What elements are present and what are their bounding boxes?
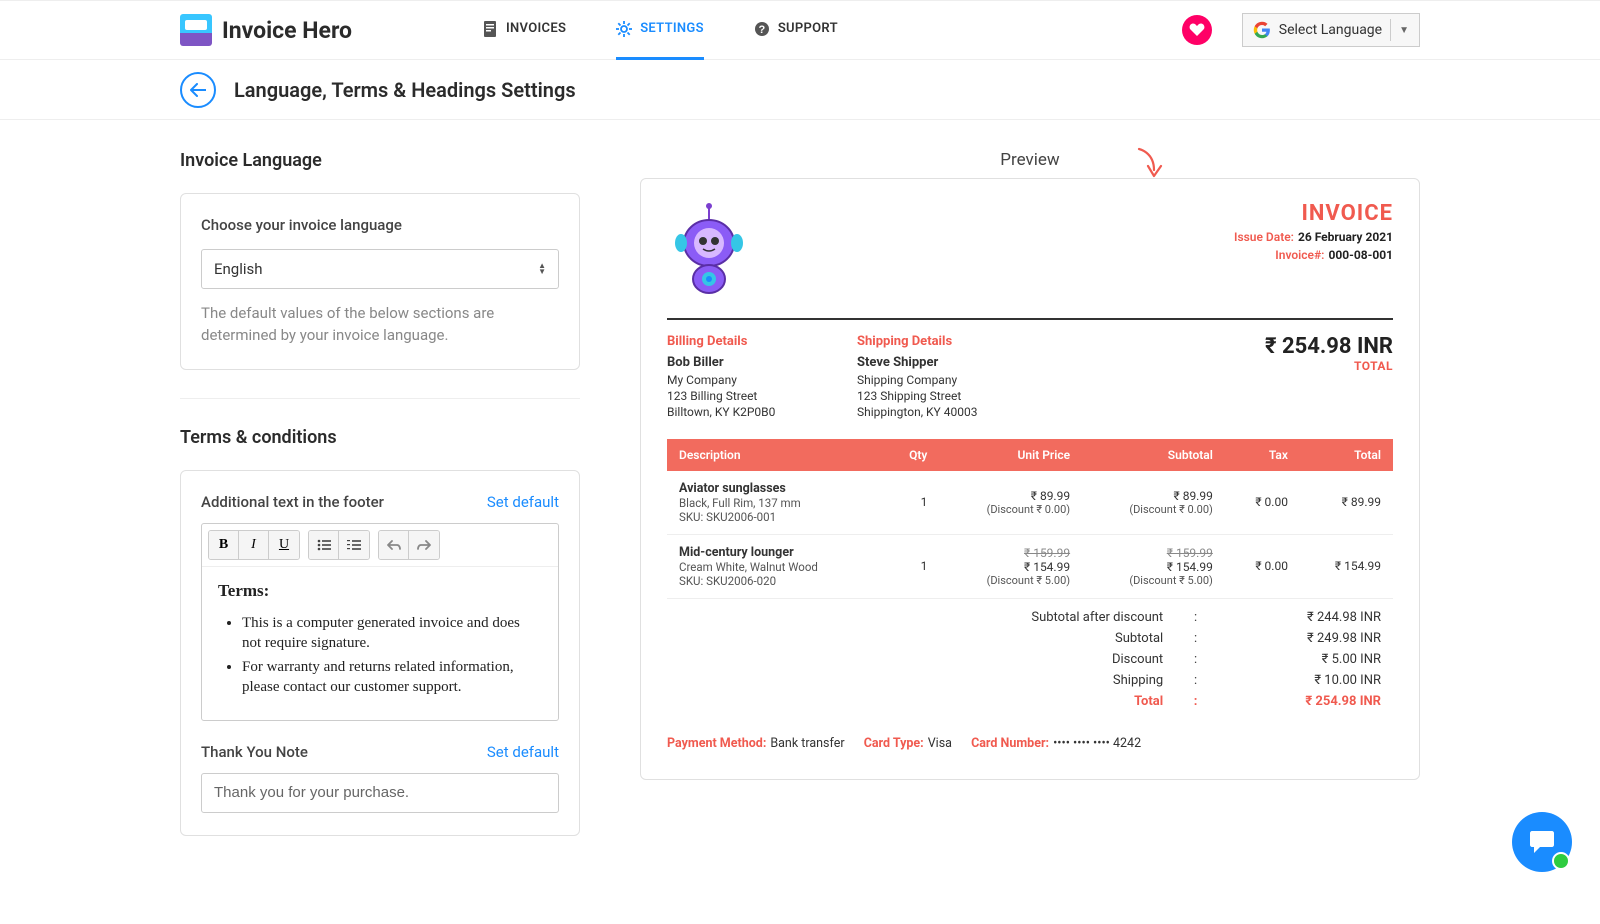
footer-text-label: Additional text in the footer [201,493,384,511]
col-subtotal: Subtotal [1082,439,1225,471]
nav-settings-label: SETTINGS [640,21,704,36]
top-bar: Invoice Hero INVOICES SETTINGS ? SUPPORT [0,0,1600,60]
col-unit-price: Unit Price [939,439,1082,471]
back-button[interactable] [180,72,216,108]
table-row: Aviator sunglassesBlack, Full Rim, 137 m… [667,471,1393,535]
preview-arrow-icon [1136,146,1166,189]
chat-fab[interactable] [1512,812,1572,872]
payment-row: Payment Method:Bank transfer Card Type:V… [667,736,1393,751]
google-icon [1253,21,1271,39]
language-value: English [214,260,263,278]
section-terms: Terms & conditions [180,427,580,448]
col-tax: Tax [1225,439,1300,471]
footer-editor[interactable]: B I U [201,523,559,721]
col-qty: Qty [883,439,939,471]
logo[interactable]: Invoice Hero [180,14,352,46]
chevron-down-icon: ▼ [1399,25,1409,36]
thank-label: Thank You Note [201,743,308,761]
thank-set-default[interactable]: Set default [487,743,559,761]
footer-set-default[interactable]: Set default [487,493,559,511]
invoice-preview: INVOICE Issue Date: 26 February 2021 Invo… [640,178,1420,780]
numbered-list-button[interactable] [339,531,369,559]
shipping-block: Shipping Details Steve Shipper Shipping … [857,334,1077,421]
terms-bullet: This is a computer generated invoice and… [242,613,542,654]
section-invoice-language: Invoice Language [180,150,580,171]
nav-support[interactable]: ? SUPPORT [754,1,838,60]
summary-table: Subtotal after discount:₹ 244.98 INRSubt… [667,607,1393,712]
favorite-button[interactable] [1182,15,1212,45]
arrow-left-icon [190,83,206,97]
col-total: Total [1300,439,1393,471]
divider [180,398,580,399]
redo-button[interactable] [409,531,439,559]
invoice-no-key: Invoice#: [1275,248,1324,262]
underline-button[interactable]: U [269,531,299,559]
terms-heading: Terms: [218,581,542,601]
nav-support-label: SUPPORT [778,21,838,36]
line-items-table: Description Qty Unit Price Subtotal Tax … [667,439,1393,599]
thank-input[interactable] [201,773,559,813]
invoices-icon [482,21,498,37]
undo-button[interactable] [379,531,409,559]
terms-bullet: For warranty and returns related informa… [242,657,542,698]
chat-icon [1528,829,1556,855]
grand-total-block: ₹ 254.98 INR TOTAL [1265,334,1393,421]
google-translate-label: Select Language [1279,22,1382,38]
subheader: Language, Terms & Headings Settings [0,60,1600,120]
logo-icon [180,14,212,46]
issue-date-key: Issue Date: [1234,230,1294,244]
italic-button[interactable]: I [239,531,269,559]
invoice-no-value: 000-08-001 [1328,248,1393,262]
issue-date-value: 26 February 2021 [1298,230,1393,244]
language-help: The default values of the below sections… [201,303,559,347]
preview-label: Preview [640,150,1420,170]
settings-icon [616,21,632,37]
language-card: Choose your invoice language English ▲▼ … [180,193,580,370]
nav-invoices-label: INVOICES [506,21,566,36]
nav-settings[interactable]: SETTINGS [616,1,704,60]
language-label: Choose your invoice language [201,216,559,234]
nav-invoices[interactable]: INVOICES [482,1,566,60]
language-select[interactable]: English ▲▼ [201,249,559,289]
table-row: Mid-century loungerCream White, Walnut W… [667,534,1393,598]
app-title: Invoice Hero [222,17,352,44]
select-caret-icon: ▲▼ [538,263,546,275]
editor-toolbar: B I U [202,524,558,567]
heart-icon [1189,23,1205,37]
terms-card: Additional text in the footer Set defaul… [180,470,580,836]
invoice-title: INVOICE [1234,201,1393,226]
svg-text:?: ? [758,24,765,36]
col-description: Description [667,439,883,471]
billing-block: Billing Details Bob Biller My Company 12… [667,334,857,421]
support-icon: ? [754,21,770,37]
page-title: Language, Terms & Headings Settings [234,78,576,102]
editor-body[interactable]: Terms: This is a computer generated invo… [202,567,558,720]
bullet-list-button[interactable] [309,531,339,559]
main-nav: INVOICES SETTINGS ? SUPPORT [482,1,838,60]
company-logo [667,201,752,296]
bold-button[interactable]: B [209,531,239,559]
google-translate-select[interactable]: Select Language ▼ [1242,13,1420,47]
